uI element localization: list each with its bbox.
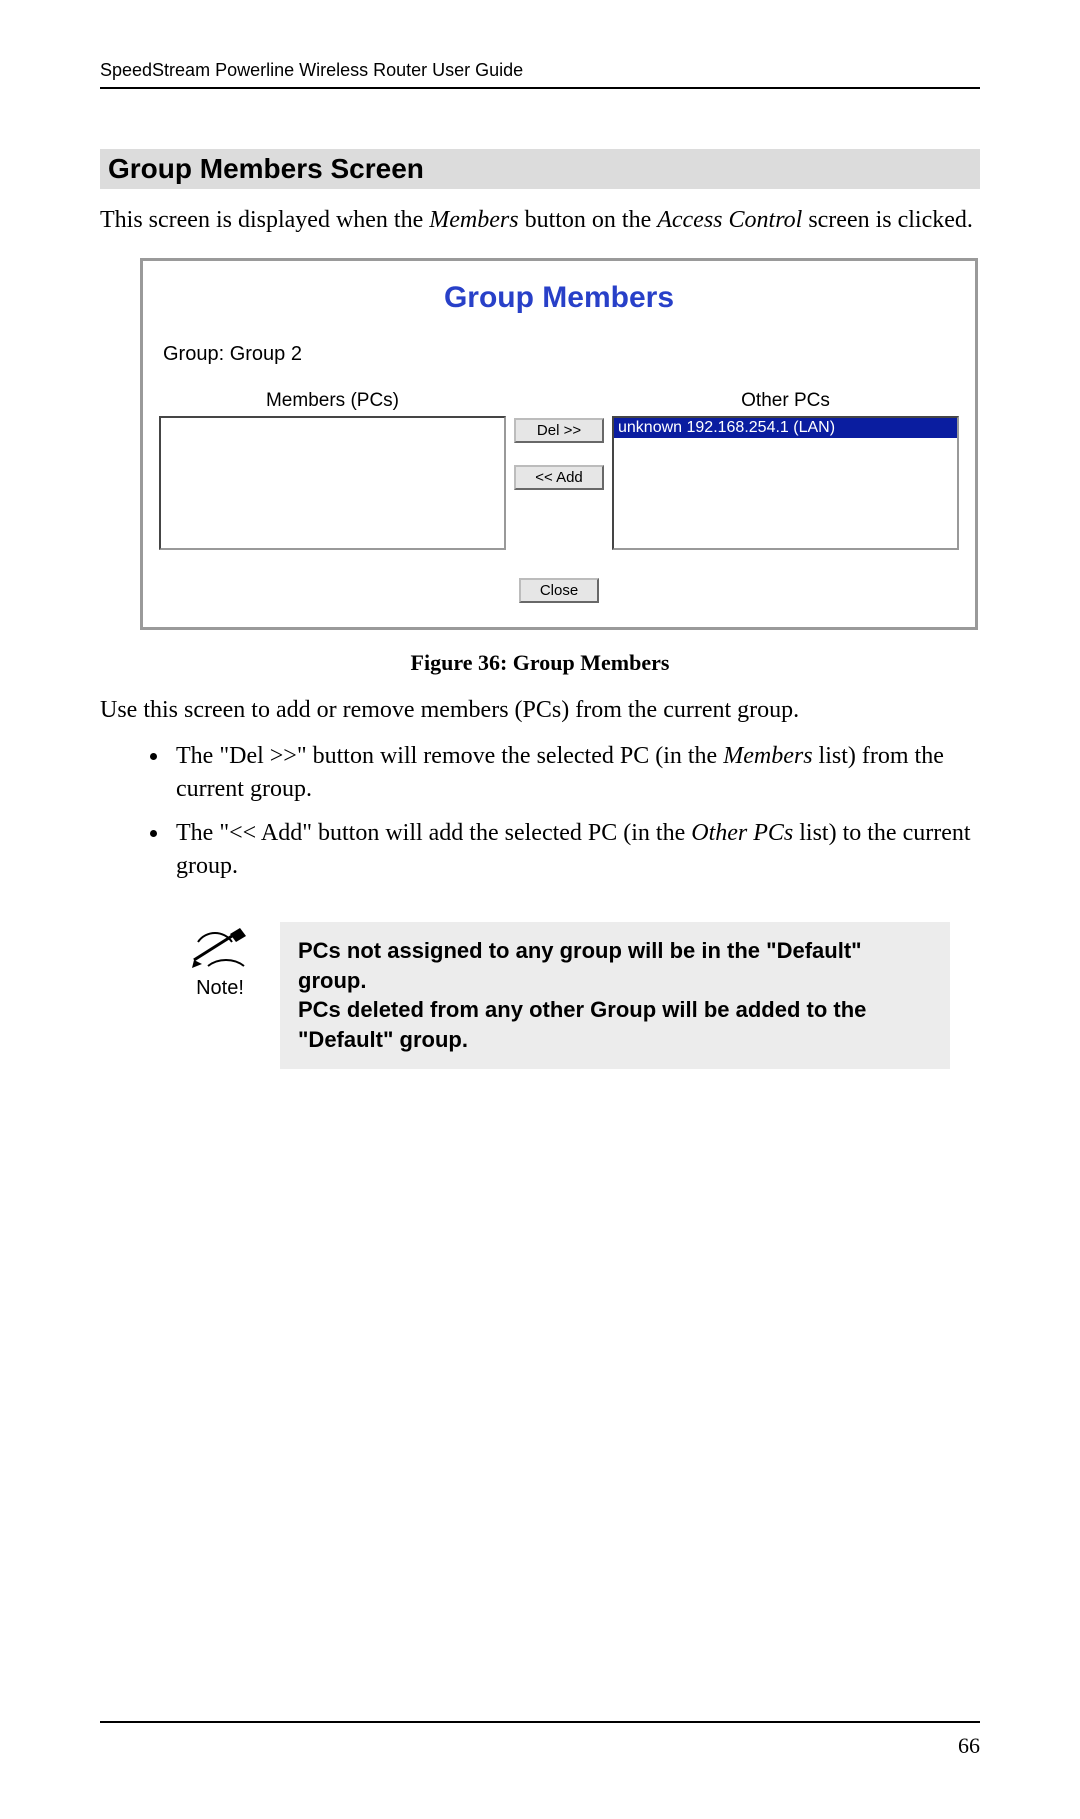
- screenshot-title: Group Members: [159, 281, 959, 315]
- group-label: Group: Group 2: [163, 343, 959, 366]
- note-label: Note!: [180, 977, 260, 1000]
- intro-text: screen is clicked.: [802, 207, 973, 233]
- intro-text: button on the: [519, 207, 658, 233]
- usage-intro: Use this screen to add or remove members…: [100, 694, 980, 726]
- group-name: Group 2: [230, 343, 302, 365]
- usage-bullets: The "Del >>" button will remove the sele…: [100, 740, 980, 882]
- intro-italic-members: Members: [429, 207, 518, 233]
- screenshot-panel: Group Members Group: Group 2 Members (PC…: [140, 258, 978, 630]
- note-icon: Note!: [180, 922, 260, 1000]
- note-line: PCs deleted from any other Group will be…: [298, 995, 932, 1054]
- note-line: PCs not assigned to any group will be in…: [298, 936, 932, 995]
- list-item[interactable]: unknown 192.168.254.1 (LAN): [614, 418, 957, 438]
- bullet-italic: Members: [723, 743, 812, 769]
- other-pcs-listbox[interactable]: unknown 192.168.254.1 (LAN): [612, 416, 959, 550]
- add-button[interactable]: << Add: [514, 465, 604, 490]
- list-item: The "Del >>" button will remove the sele…: [170, 740, 980, 805]
- members-list-label: Members (PCs): [159, 390, 506, 412]
- note-text: PCs not assigned to any group will be in…: [280, 922, 950, 1069]
- members-listbox[interactable]: [159, 416, 506, 550]
- note-block: Note! PCs not assigned to any group will…: [180, 922, 950, 1069]
- footer-rule: [100, 1721, 980, 1723]
- close-button[interactable]: Close: [519, 578, 599, 603]
- del-button[interactable]: Del >>: [514, 418, 604, 443]
- bullet-italic: Other PCs: [691, 820, 793, 846]
- other-pcs-list-label: Other PCs: [612, 390, 959, 412]
- running-header: SpeedStream Powerline Wireless Router Us…: [100, 60, 980, 89]
- group-prefix: Group:: [163, 343, 230, 365]
- intro-text: This screen is displayed when the: [100, 207, 429, 233]
- section-heading: Group Members Screen: [100, 149, 980, 189]
- bullet-text: The "Del >>" button will remove the sele…: [176, 743, 723, 769]
- page-number: 66: [958, 1733, 980, 1759]
- list-item: The "<< Add" button will add the selecte…: [170, 817, 980, 882]
- intro-italic-access-control: Access Control: [657, 207, 802, 233]
- figure-caption: Figure 36: Group Members: [100, 650, 980, 676]
- bullet-text: The "<< Add" button will add the selecte…: [176, 820, 691, 846]
- intro-paragraph: This screen is displayed when the Member…: [100, 207, 980, 234]
